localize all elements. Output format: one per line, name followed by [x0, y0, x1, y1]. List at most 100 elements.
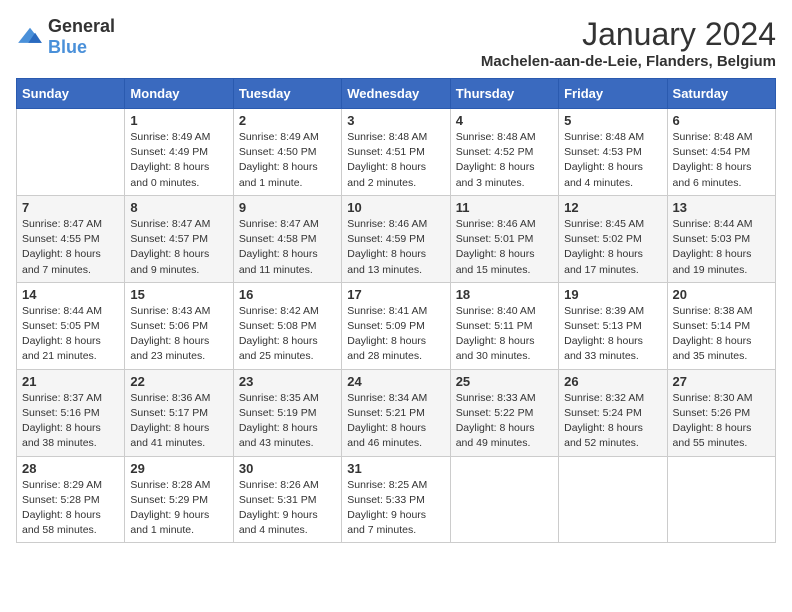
sunset-text: Sunset: 5:28 PM — [22, 494, 100, 506]
calendar-cell: 29 Sunrise: 8:28 AM Sunset: 5:29 PM Dayl… — [125, 456, 233, 543]
calendar-cell: 17 Sunrise: 8:41 AM Sunset: 5:09 PM Dayl… — [342, 282, 450, 369]
day-info: Sunrise: 8:47 AM Sunset: 4:55 PM Dayligh… — [22, 217, 119, 278]
day-info: Sunrise: 8:46 AM Sunset: 4:59 PM Dayligh… — [347, 217, 444, 278]
calendar-cell: 25 Sunrise: 8:33 AM Sunset: 5:22 PM Dayl… — [450, 369, 558, 456]
day-number: 31 — [347, 461, 444, 476]
daylight-text: Daylight: 8 hours and 9 minutes. — [130, 248, 209, 275]
calendar-cell: 4 Sunrise: 8:48 AM Sunset: 4:52 PM Dayli… — [450, 109, 558, 196]
sunrise-text: Sunrise: 8:36 AM — [130, 392, 210, 404]
sunset-text: Sunset: 5:29 PM — [130, 494, 208, 506]
day-info: Sunrise: 8:48 AM Sunset: 4:53 PM Dayligh… — [564, 130, 661, 191]
day-info: Sunrise: 8:48 AM Sunset: 4:51 PM Dayligh… — [347, 130, 444, 191]
calendar-cell: 3 Sunrise: 8:48 AM Sunset: 4:51 PM Dayli… — [342, 109, 450, 196]
sunrise-text: Sunrise: 8:37 AM — [22, 392, 102, 404]
calendar-week-row: 7 Sunrise: 8:47 AM Sunset: 4:55 PM Dayli… — [17, 195, 776, 282]
daylight-text: Daylight: 8 hours and 25 minutes. — [239, 335, 318, 362]
column-header-monday: Monday — [125, 79, 233, 109]
sunset-text: Sunset: 5:11 PM — [456, 320, 533, 332]
day-info: Sunrise: 8:49 AM Sunset: 4:49 PM Dayligh… — [130, 130, 227, 191]
sunset-text: Sunset: 5:17 PM — [130, 407, 208, 419]
day-number: 19 — [564, 287, 661, 302]
calendar-cell: 14 Sunrise: 8:44 AM Sunset: 5:05 PM Dayl… — [17, 282, 125, 369]
calendar-cell — [450, 456, 558, 543]
sunrise-text: Sunrise: 8:47 AM — [239, 218, 319, 230]
calendar-title: January 2024 — [481, 16, 776, 53]
calendar-week-row: 1 Sunrise: 8:49 AM Sunset: 4:49 PM Dayli… — [17, 109, 776, 196]
sunset-text: Sunset: 5:02 PM — [564, 233, 642, 245]
logo-text-blue: Blue — [48, 37, 87, 57]
sunrise-text: Sunrise: 8:29 AM — [22, 479, 102, 491]
daylight-text: Daylight: 8 hours and 1 minute. — [239, 161, 318, 188]
sunrise-text: Sunrise: 8:43 AM — [130, 305, 210, 317]
sunrise-text: Sunrise: 8:48 AM — [456, 131, 536, 143]
daylight-text: Daylight: 8 hours and 55 minutes. — [673, 422, 752, 449]
day-info: Sunrise: 8:26 AM Sunset: 5:31 PM Dayligh… — [239, 478, 336, 539]
day-info: Sunrise: 8:32 AM Sunset: 5:24 PM Dayligh… — [564, 391, 661, 452]
day-number: 18 — [456, 287, 553, 302]
day-number: 25 — [456, 374, 553, 389]
day-info: Sunrise: 8:30 AM Sunset: 5:26 PM Dayligh… — [673, 391, 770, 452]
calendar-cell: 13 Sunrise: 8:44 AM Sunset: 5:03 PM Dayl… — [667, 195, 775, 282]
sunrise-text: Sunrise: 8:39 AM — [564, 305, 644, 317]
column-header-sunday: Sunday — [17, 79, 125, 109]
day-number: 3 — [347, 113, 444, 128]
sunrise-text: Sunrise: 8:42 AM — [239, 305, 319, 317]
day-info: Sunrise: 8:38 AM Sunset: 5:14 PM Dayligh… — [673, 304, 770, 365]
calendar-cell: 19 Sunrise: 8:39 AM Sunset: 5:13 PM Dayl… — [559, 282, 667, 369]
sunrise-text: Sunrise: 8:34 AM — [347, 392, 427, 404]
day-number: 21 — [22, 374, 119, 389]
column-header-saturday: Saturday — [667, 79, 775, 109]
sunset-text: Sunset: 5:31 PM — [239, 494, 317, 506]
sunset-text: Sunset: 5:08 PM — [239, 320, 317, 332]
day-number: 16 — [239, 287, 336, 302]
day-number: 13 — [673, 200, 770, 215]
calendar-cell: 22 Sunrise: 8:36 AM Sunset: 5:17 PM Dayl… — [125, 369, 233, 456]
sunset-text: Sunset: 4:52 PM — [456, 146, 534, 158]
day-info: Sunrise: 8:45 AM Sunset: 5:02 PM Dayligh… — [564, 217, 661, 278]
calendar-cell — [667, 456, 775, 543]
day-info: Sunrise: 8:48 AM Sunset: 4:54 PM Dayligh… — [673, 130, 770, 191]
calendar-cell: 15 Sunrise: 8:43 AM Sunset: 5:06 PM Dayl… — [125, 282, 233, 369]
sunset-text: Sunset: 5:24 PM — [564, 407, 642, 419]
daylight-text: Daylight: 8 hours and 33 minutes. — [564, 335, 643, 362]
daylight-text: Daylight: 8 hours and 17 minutes. — [564, 248, 643, 275]
calendar-cell: 16 Sunrise: 8:42 AM Sunset: 5:08 PM Dayl… — [233, 282, 341, 369]
daylight-text: Daylight: 8 hours and 46 minutes. — [347, 422, 426, 449]
day-info: Sunrise: 8:44 AM Sunset: 5:03 PM Dayligh… — [673, 217, 770, 278]
sunset-text: Sunset: 4:58 PM — [239, 233, 317, 245]
day-number: 2 — [239, 113, 336, 128]
sunrise-text: Sunrise: 8:49 AM — [130, 131, 210, 143]
day-info: Sunrise: 8:28 AM Sunset: 5:29 PM Dayligh… — [130, 478, 227, 539]
sunrise-text: Sunrise: 8:33 AM — [456, 392, 536, 404]
day-info: Sunrise: 8:47 AM Sunset: 4:57 PM Dayligh… — [130, 217, 227, 278]
logo-text-general: General — [48, 16, 115, 36]
calendar-week-row: 28 Sunrise: 8:29 AM Sunset: 5:28 PM Dayl… — [17, 456, 776, 543]
daylight-text: Daylight: 8 hours and 58 minutes. — [22, 509, 101, 536]
sunset-text: Sunset: 4:55 PM — [22, 233, 100, 245]
sunset-text: Sunset: 5:26 PM — [673, 407, 751, 419]
sunset-text: Sunset: 5:16 PM — [22, 407, 100, 419]
calendar-subtitle: Machelen-aan-de-Leie, Flanders, Belgium — [481, 53, 776, 70]
daylight-text: Daylight: 9 hours and 1 minute. — [130, 509, 209, 536]
calendar-header-row: SundayMondayTuesdayWednesdayThursdayFrid… — [17, 79, 776, 109]
calendar-cell: 21 Sunrise: 8:37 AM Sunset: 5:16 PM Dayl… — [17, 369, 125, 456]
day-number: 17 — [347, 287, 444, 302]
day-info: Sunrise: 8:48 AM Sunset: 4:52 PM Dayligh… — [456, 130, 553, 191]
calendar-cell: 27 Sunrise: 8:30 AM Sunset: 5:26 PM Dayl… — [667, 369, 775, 456]
sunset-text: Sunset: 4:59 PM — [347, 233, 425, 245]
calendar-cell: 6 Sunrise: 8:48 AM Sunset: 4:54 PM Dayli… — [667, 109, 775, 196]
day-number: 8 — [130, 200, 227, 215]
sunrise-text: Sunrise: 8:28 AM — [130, 479, 210, 491]
sunset-text: Sunset: 4:51 PM — [347, 146, 425, 158]
day-number: 1 — [130, 113, 227, 128]
day-number: 27 — [673, 374, 770, 389]
calendar-cell: 28 Sunrise: 8:29 AM Sunset: 5:28 PM Dayl… — [17, 456, 125, 543]
day-number: 24 — [347, 374, 444, 389]
sunrise-text: Sunrise: 8:45 AM — [564, 218, 644, 230]
sunrise-text: Sunrise: 8:46 AM — [456, 218, 536, 230]
sunset-text: Sunset: 5:13 PM — [564, 320, 642, 332]
sunset-text: Sunset: 4:49 PM — [130, 146, 208, 158]
day-info: Sunrise: 8:39 AM Sunset: 5:13 PM Dayligh… — [564, 304, 661, 365]
day-info: Sunrise: 8:33 AM Sunset: 5:22 PM Dayligh… — [456, 391, 553, 452]
day-info: Sunrise: 8:40 AM Sunset: 5:11 PM Dayligh… — [456, 304, 553, 365]
